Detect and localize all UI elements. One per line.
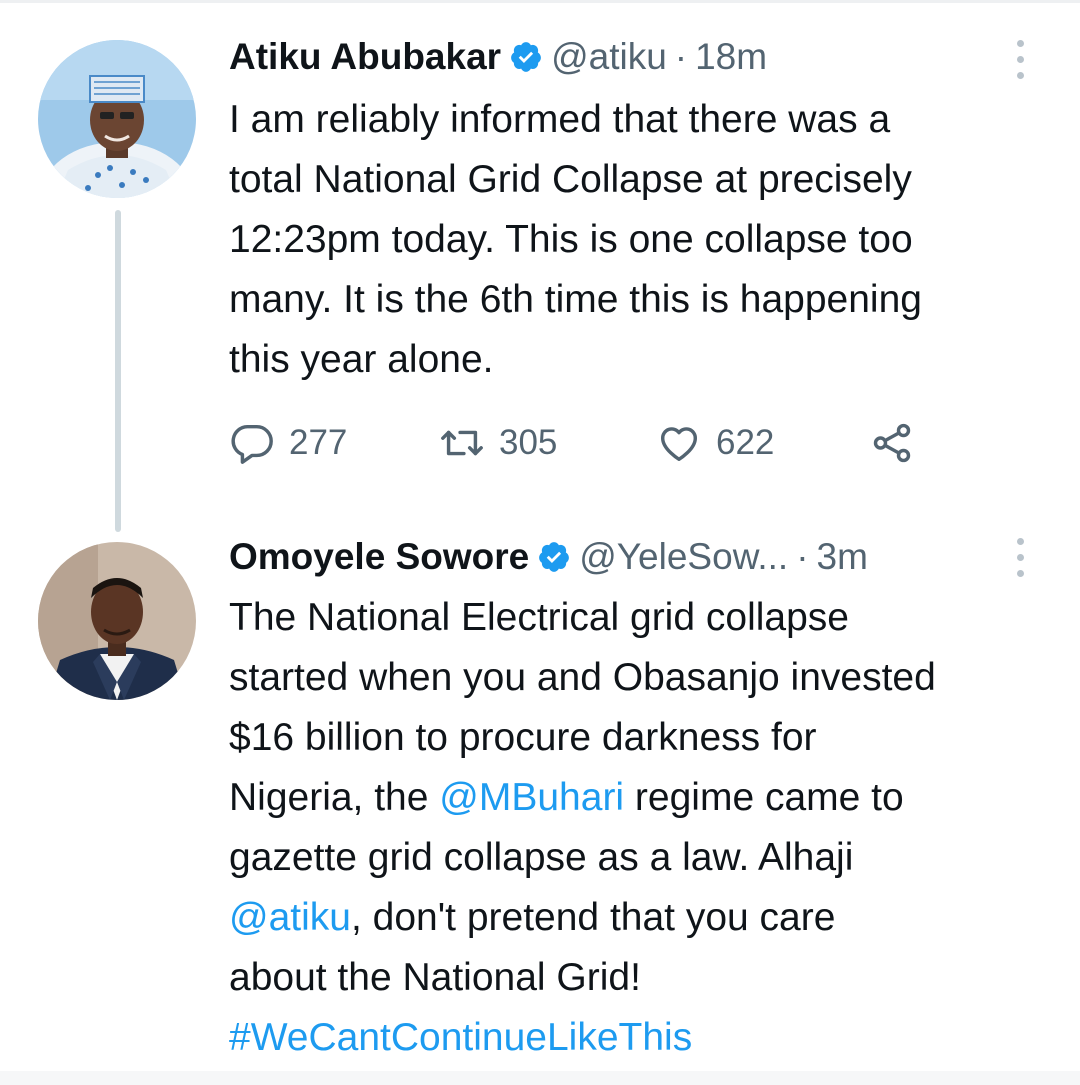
tweet-header: Omoyele Sowore @YeleSow... · 3m	[229, 536, 868, 578]
mention-link-mbuhari[interactable]: @MBuhari	[439, 776, 624, 819]
share-button[interactable]	[869, 415, 929, 471]
tweet-text-line: many. It is the 6th time this is happeni…	[229, 278, 922, 321]
verified-badge-icon	[537, 540, 571, 574]
retweet-button[interactable]: 305	[439, 415, 557, 471]
top-divider	[0, 0, 1080, 3]
tweet-text-line: Nigeria, the @MBuhari regime came to	[229, 768, 1059, 828]
avatar-atiku[interactable]	[38, 40, 196, 198]
heart-icon	[660, 427, 698, 462]
tweet-text-line: $16 billion to procure darkness for	[229, 716, 817, 759]
reply-count: 277	[289, 423, 348, 462]
hashtag-link[interactable]: #WeCantContinueLikeThis	[229, 1016, 692, 1059]
separator-dot: ·	[674, 36, 688, 77]
tweet-text-line: this year alone.	[229, 338, 494, 381]
tweet-text-line: The National Electrical grid collapse	[229, 596, 849, 639]
author-name[interactable]: Atiku Abubakar	[229, 36, 501, 78]
tweet-timestamp[interactable]: 18m	[695, 36, 767, 78]
tweet-text-line: 12:23pm today. This is one collapse too	[229, 218, 913, 261]
tweet-text-line: total National Grid Collapse at precisel…	[229, 158, 912, 201]
share-icon	[873, 423, 911, 463]
tweet-text-line: @atiku, don't pretend that you care	[229, 888, 1059, 948]
tweet-text-line: I am reliably informed that there was a	[229, 98, 891, 141]
author-name[interactable]: Omoyele Sowore	[229, 536, 529, 578]
text-segment: Nigeria, the	[229, 776, 440, 819]
verified-badge-icon	[509, 40, 543, 74]
author-handle[interactable]: @YeleSow...	[579, 536, 788, 578]
retweet-count: 305	[499, 423, 558, 462]
tweet-timestamp[interactable]: 3m	[817, 536, 868, 578]
like-count: 622	[716, 423, 775, 462]
tweet-text-line: #WeCantContinueLikeThis	[229, 1008, 1059, 1068]
like-button[interactable]: 622	[656, 415, 774, 471]
avatar-atiku-image	[38, 40, 196, 198]
tweet-actions-bar: 277 305 622	[229, 415, 949, 471]
tweet-text-line: started when you and Obasanjo invested	[229, 656, 936, 699]
separator-dot: ·	[796, 536, 809, 577]
bottom-edge	[0, 1071, 1080, 1085]
more-options-icon[interactable]	[1014, 38, 1026, 82]
text-segment: , don't pretend that you care	[350, 896, 836, 939]
retweet-icon	[441, 430, 483, 456]
reply-icon	[231, 424, 273, 464]
avatar-sowore[interactable]	[38, 542, 196, 700]
reply-button[interactable]: 277	[229, 415, 347, 471]
thread-connector-line	[115, 210, 121, 532]
text-segment: regime came to	[624, 776, 904, 819]
tweet-header: Atiku Abubakar @atiku · 18m	[229, 36, 767, 78]
tweet-text: I am reliably informed that there was a …	[229, 90, 1059, 390]
author-handle[interactable]: @atiku	[551, 36, 667, 78]
tweet-text-line: about the National Grid!	[229, 956, 641, 999]
more-options-icon[interactable]	[1014, 536, 1026, 580]
tweet-text: The National Electrical grid collapse st…	[229, 588, 1059, 1068]
avatar-sowore-image	[38, 542, 196, 700]
tweet-text-line: gazette grid collapse as a law. Alhaji	[229, 836, 854, 879]
mention-link-atiku[interactable]: @atiku	[229, 896, 351, 939]
